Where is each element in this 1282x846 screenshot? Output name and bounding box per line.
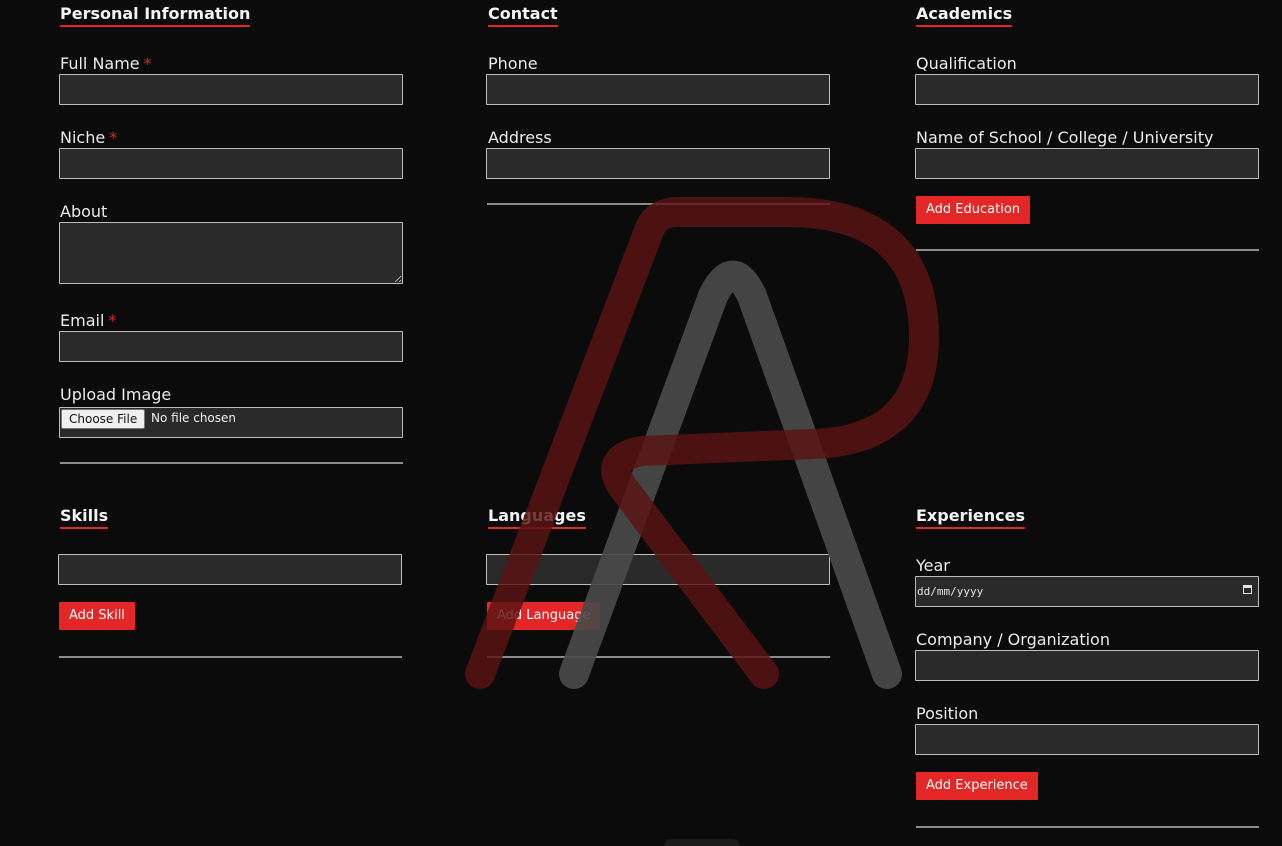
add-skill-button[interactable]: Add Skill — [59, 602, 135, 630]
contact-title: Contact — [488, 4, 558, 27]
add-experience-button[interactable]: Add Experience — [916, 772, 1038, 800]
school-name-label: Name of School / College / University — [916, 128, 1214, 147]
personal-information-title: Personal Information — [60, 4, 251, 27]
email-input[interactable] — [59, 331, 403, 362]
add-language-button[interactable]: Add Language — [487, 602, 601, 630]
experiences-section: Experiences Year dd/mm/yyyy Company / Or… — [915, 502, 1259, 846]
section-divider — [487, 656, 830, 658]
niche-label: Niche * — [60, 128, 117, 147]
experiences-title: Experiences — [916, 506, 1026, 529]
upload-image-input[interactable]: Choose File No file chosen — [59, 407, 403, 438]
year-date-input[interactable]: dd/mm/yyyy — [915, 576, 1259, 607]
calendar-icon[interactable] — [1243, 585, 1252, 594]
company-input[interactable] — [915, 650, 1259, 681]
school-name-input[interactable] — [915, 148, 1259, 179]
language-input[interactable] — [486, 554, 830, 585]
position-input[interactable] — [915, 724, 1259, 755]
contact-section: Contact Phone Address — [486, 0, 831, 210]
email-label-text: Email — [60, 311, 105, 330]
niche-input[interactable] — [59, 148, 403, 179]
company-label: Company / Organization — [916, 630, 1110, 649]
address-input[interactable] — [486, 148, 830, 179]
address-label: Address — [488, 128, 552, 147]
required-marker: * — [109, 128, 118, 147]
year-date-placeholder: dd/mm/yyyy — [917, 585, 984, 598]
academics-title: Academics — [916, 4, 1013, 27]
languages-title: Languages — [488, 506, 586, 529]
upload-image-label: Upload Image — [60, 385, 172, 404]
bottom-tab-handle — [664, 839, 740, 846]
choose-file-button[interactable]: Choose File — [61, 409, 146, 429]
section-divider — [916, 826, 1259, 828]
phone-input[interactable] — [486, 74, 830, 105]
about-label: About — [60, 202, 108, 221]
year-label: Year — [916, 556, 950, 575]
skills-title: Skills — [60, 506, 109, 529]
personal-information-section: Personal Information Full Name * Niche * A… — [59, 0, 403, 470]
full-name-label: Full Name * — [60, 54, 152, 73]
qualification-input[interactable] — [915, 74, 1259, 105]
academics-section: Academics Qualification Name of School /… — [915, 0, 1259, 256]
languages-section: Languages Add Language — [486, 502, 831, 662]
required-marker: * — [143, 54, 152, 73]
about-textarea[interactable] — [59, 222, 403, 284]
skills-section: Skills Add Skill — [58, 502, 403, 662]
section-divider — [916, 249, 1259, 251]
niche-label-text: Niche — [60, 128, 106, 147]
required-marker: * — [108, 311, 117, 330]
full-name-label-text: Full Name — [60, 54, 140, 73]
position-label: Position — [916, 704, 979, 723]
skill-input[interactable] — [58, 554, 402, 585]
add-education-button[interactable]: Add Education — [916, 196, 1031, 224]
section-divider — [60, 462, 403, 464]
full-name-input[interactable] — [59, 74, 403, 105]
file-status-text: No file chosen — [151, 411, 237, 425]
phone-label: Phone — [488, 54, 538, 73]
section-divider — [487, 203, 830, 205]
profile-form-page: Personal Information Full Name * Niche * A… — [0, 0, 1282, 846]
email-label: Email * — [60, 311, 116, 330]
qualification-label: Qualification — [916, 54, 1017, 73]
section-divider — [59, 656, 402, 658]
